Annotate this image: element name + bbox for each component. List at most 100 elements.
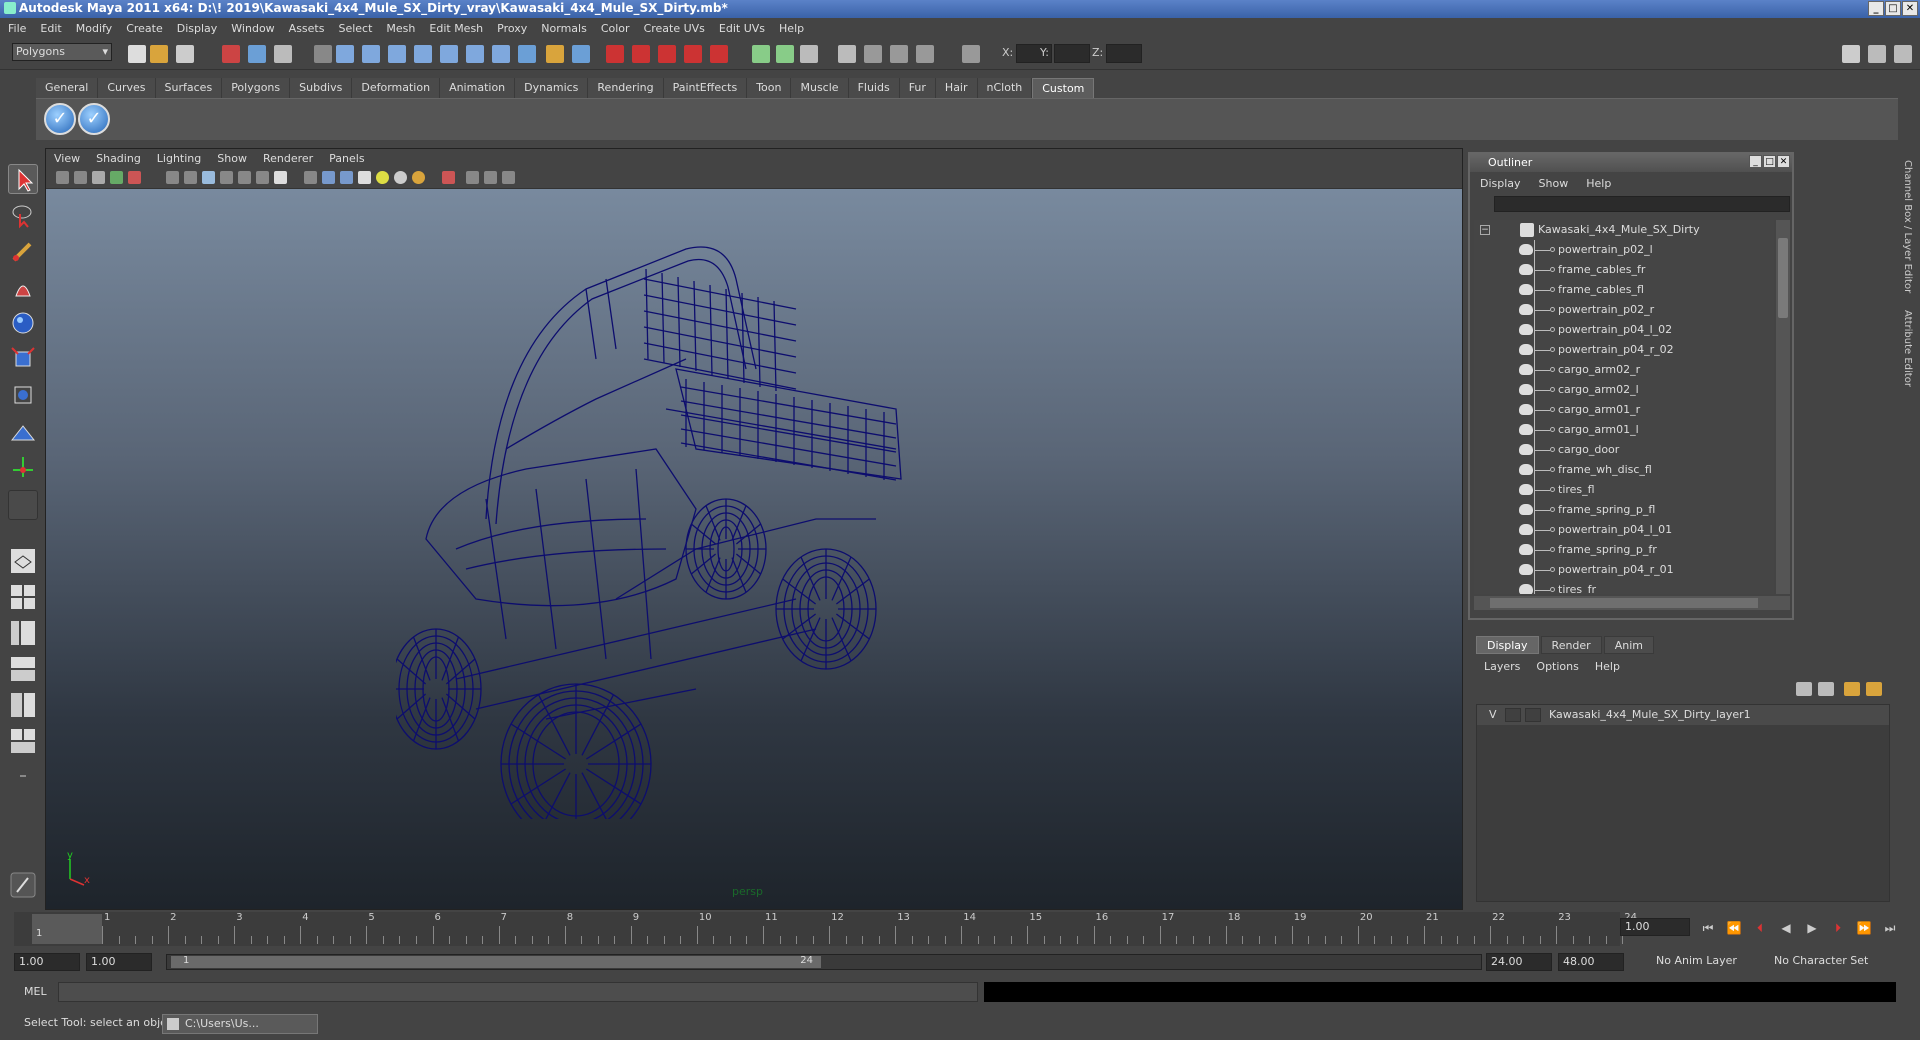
vp-menu-renderer[interactable]: Renderer [263,152,313,165]
outliner-menu-display[interactable]: Display [1480,177,1521,190]
field-chart-icon[interactable] [238,171,251,184]
shelf-tab-dynamics[interactable]: Dynamics [515,78,589,98]
select-component-icon[interactable] [274,45,292,63]
menu-edit-uvs[interactable]: Edit UVs [719,22,765,35]
shelf-tab-surfaces[interactable]: Surfaces [155,78,223,98]
shelf-tab-fluids[interactable]: Fluids [848,78,900,98]
select-surfaces-icon[interactable] [414,45,432,63]
snap-to-points-icon[interactable] [658,45,676,63]
safe-title-icon[interactable] [274,171,287,184]
vp-menu-view[interactable]: View [54,152,80,165]
shelf-tab-hair[interactable]: Hair [935,78,978,98]
smooth-shade-icon[interactable] [322,171,335,184]
select-tool-icon[interactable] [8,164,38,194]
new-scene-icon[interactable] [128,45,146,63]
wireframe-icon[interactable] [304,171,317,184]
menu-window[interactable]: Window [231,22,274,35]
menu-proxy[interactable]: Proxy [497,22,527,35]
render-settings-icon[interactable] [890,45,908,63]
outliner-item[interactable]: frame_spring_p_fl [1474,500,1774,520]
minimize-button[interactable]: _ [1868,1,1884,16]
y-field[interactable] [1054,44,1090,63]
time-slider[interactable]: 1 12345678910111213141516171819202122232… [14,912,1637,946]
vehicle-wireframe[interactable] [396,219,996,819]
maximize-button[interactable]: □ [1885,1,1901,16]
menu-display[interactable]: Display [177,22,218,35]
attribute-editor-tab[interactable]: Attribute Editor [1902,310,1913,387]
snap-to-curves-icon[interactable] [632,45,650,63]
persp-graph-layout-icon[interactable] [8,654,38,684]
layer-color-swatch[interactable] [1525,708,1541,722]
shelf-tab-deformation[interactable]: Deformation [352,78,441,98]
menu-modify[interactable]: Modify [76,22,112,35]
shelf-tab-general[interactable]: General [36,78,99,98]
select-deformations-icon[interactable] [440,45,458,63]
outliner-filter-input[interactable] [1494,196,1790,212]
playback-end-field[interactable]: 24.00 [1486,953,1552,971]
outliner-menu-show[interactable]: Show [1539,177,1569,190]
shelf-tab-polygons[interactable]: Polygons [222,78,291,98]
menu-file[interactable]: File [8,22,26,35]
snap-to-grids-icon[interactable] [606,45,624,63]
use-default-light-icon[interactable] [376,171,389,184]
range-slider[interactable]: 1 24 [166,954,1482,970]
menu-mesh[interactable]: Mesh [386,22,415,35]
high-quality-icon[interactable] [502,171,515,184]
lock-icon[interactable] [546,45,564,63]
move-layer-up-icon[interactable] [1844,682,1860,696]
outliner-item[interactable]: cargo_arm01_r [1474,400,1774,420]
outliner-item[interactable]: tires_fr [1474,580,1774,594]
menu-edit[interactable]: Edit [40,22,61,35]
outliner-horizontal-scrollbar[interactable] [1474,596,1790,610]
step-forward-key-icon[interactable]: ⏵ [1830,921,1846,935]
layer-tab-anim[interactable]: Anim [1603,636,1654,654]
use-all-lights-icon[interactable] [394,171,407,184]
lasso-tool-icon[interactable] [8,200,38,230]
show-manipulator-icon[interactable] [8,452,38,482]
play-backwards-icon[interactable]: ◀ [1778,921,1794,935]
outliner-maximize-button[interactable]: □ [1763,155,1776,168]
highlight-selection-icon[interactable] [572,45,590,63]
menu-select[interactable]: Select [338,22,372,35]
outliner-vertical-scrollbar[interactable] [1776,220,1790,594]
layer-tab-render[interactable]: Render [1540,636,1602,654]
xray-icon[interactable] [466,171,479,184]
construction-history-icon[interactable] [776,45,794,63]
shelf-tab-painteffects[interactable]: PaintEffects [663,78,748,98]
layer-template-toggle[interactable] [1505,708,1521,722]
outliner-item[interactable]: frame_spring_p_fr [1474,540,1774,560]
select-handles-icon[interactable] [336,45,354,63]
select-curves-icon[interactable] [388,45,406,63]
new-layer-icon[interactable] [1796,682,1812,696]
custom-check-icon[interactable]: ✓ [44,103,76,135]
minimized-window-button[interactable]: C:\Users\Us... [162,1014,318,1034]
vp-menu-lighting[interactable]: Lighting [157,152,201,165]
single-perspective-layout-icon[interactable] [8,546,38,576]
mel-label[interactable]: MEL [24,985,47,998]
layer-tab-display[interactable]: Display [1476,636,1539,654]
ipr-render-icon[interactable] [864,45,882,63]
toggle-tool-settings-icon[interactable] [1868,45,1886,63]
paint-tool-icon[interactable] [8,870,38,900]
shelf-tab-rendering[interactable]: Rendering [588,78,664,98]
textured-icon[interactable] [358,171,371,184]
animation-start-field[interactable]: 1.00 [14,953,80,971]
collapse-icon[interactable]: − [1480,225,1490,235]
vp-menu-shading[interactable]: Shading [96,152,141,165]
select-object-icon[interactable] [248,45,266,63]
go-to-start-icon[interactable]: ⏮ [1700,921,1716,935]
menu-normals[interactable]: Normals [541,22,587,35]
layout-options-icon[interactable] [8,768,38,786]
scale-tool-icon[interactable] [8,344,38,374]
outliner-item[interactable]: powertrain_p04_l_01 [1474,520,1774,540]
absolute-transform-icon[interactable] [962,45,980,63]
layer-menu-help[interactable]: Help [1595,660,1620,673]
paint-select-tool-icon[interactable] [8,236,38,266]
shelf-tab-ncloth[interactable]: nCloth [977,78,1033,98]
menu-create[interactable]: Create [126,22,163,35]
outliner-item[interactable]: powertrain_p04_r_02 [1474,340,1774,360]
four-view-layout-icon[interactable] [8,582,38,612]
menu-set-dropdown[interactable]: Polygons [12,43,112,61]
persp-outliner-graph-layout-icon[interactable] [8,726,38,756]
current-frame-field[interactable]: 1.00 [1620,918,1690,936]
